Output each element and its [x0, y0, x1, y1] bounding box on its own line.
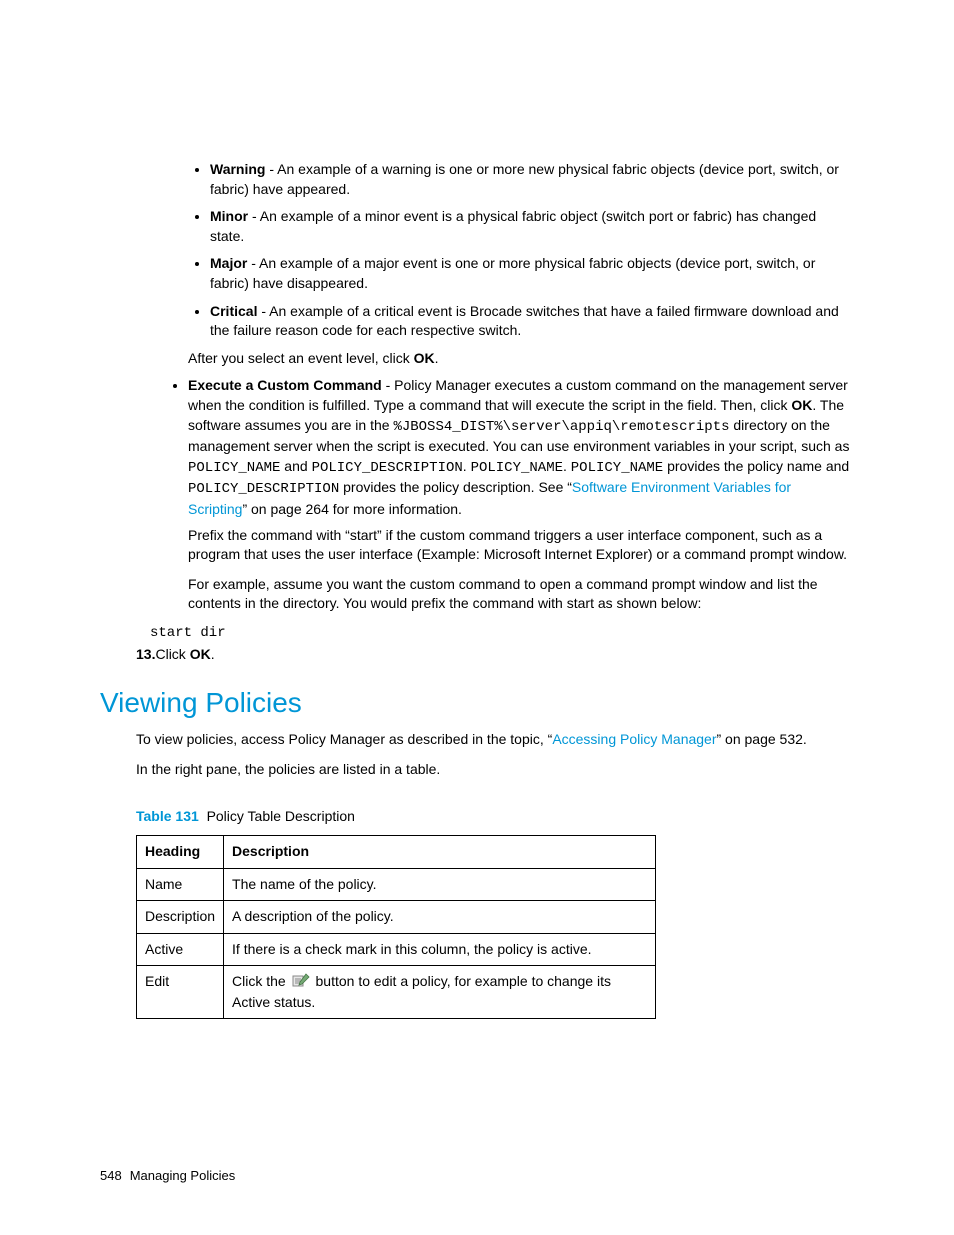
footer-title: Managing Policies [130, 1168, 236, 1183]
view-paragraph-1: To view policies, access Policy Manager … [136, 730, 854, 750]
table-header-heading: Heading [137, 836, 224, 869]
severity-item-major: Major - An example of a major event is o… [210, 254, 854, 293]
table-number: Table 131 [136, 808, 199, 824]
code-var: POLICY_NAME [471, 460, 563, 476]
execute-paragraph-3: For example, assume you want the custom … [188, 575, 854, 614]
policy-table: Heading Description Name The name of the… [136, 835, 656, 1019]
table-row: Edit Click the button to edit a policy, … [137, 966, 656, 1019]
execute-custom-command-item: Execute a Custom Command - Policy Manage… [188, 376, 854, 614]
code-start-dir: start dir [150, 624, 854, 644]
table-row: Name The name of the policy. [137, 868, 656, 901]
event-levels-wrapper: Warning - An example of a warning is one… [188, 160, 854, 368]
code-var: POLICY_NAME [571, 460, 663, 476]
execute-paragraph-2: Prefix the command with “start” if the c… [188, 526, 854, 565]
cell-heading: Edit [137, 966, 224, 1019]
view-paragraph-2: In the right pane, the policies are list… [136, 760, 854, 780]
link-accessing-policy-manager[interactable]: Accessing Policy Manager [552, 731, 716, 747]
outer-bullet-context: Warning - An example of a warning is one… [170, 160, 854, 368]
execute-paragraph-1: Execute a Custom Command - Policy Manage… [188, 376, 854, 519]
table-row: Description A description of the policy. [137, 901, 656, 934]
page-footer: 548 Managing Policies [100, 1167, 235, 1185]
step-13: 13.Click OK. [136, 645, 854, 665]
table-row: Active If there is a check mark in this … [137, 933, 656, 966]
table-caption: Table 131 Policy Table Description [136, 807, 854, 827]
cell-heading: Active [137, 933, 224, 966]
action-list: Execute a Custom Command - Policy Manage… [170, 376, 854, 614]
after-select-text: After you select an event level, click O… [188, 349, 854, 369]
severity-item-minor: Minor - An example of a minor event is a… [210, 207, 854, 246]
code-path: %JBOSS4_DIST%\server\appiq\remotescripts [393, 419, 729, 435]
heading-viewing-policies: Viewing Policies [100, 683, 854, 722]
cell-description: The name of the policy. [224, 868, 656, 901]
document-page: Warning - An example of a warning is one… [0, 0, 954, 1079]
code-var: POLICY_DESCRIPTION [312, 460, 463, 476]
page-number: 548 [100, 1168, 122, 1183]
severity-list: Warning - An example of a warning is one… [188, 160, 854, 341]
section-body: To view policies, access Policy Manager … [136, 730, 854, 1019]
table-header-row: Heading Description [137, 836, 656, 869]
cell-description: If there is a check mark in this column,… [224, 933, 656, 966]
code-var: POLICY_NAME [188, 460, 280, 476]
severity-item-warning: Warning - An example of a warning is one… [210, 160, 854, 199]
table-title: Policy Table Description [207, 808, 355, 824]
severity-item-critical: Critical - An example of a critical even… [210, 302, 854, 341]
cell-heading: Description [137, 901, 224, 934]
table-header-description: Description [224, 836, 656, 869]
continued-content: Warning - An example of a warning is one… [170, 160, 854, 614]
cell-description: Click the button to edit a policy, for e… [224, 966, 656, 1019]
cell-description: A description of the policy. [224, 901, 656, 934]
code-var: POLICY_DESCRIPTION [188, 481, 339, 497]
edit-icon [292, 973, 310, 993]
cell-heading: Name [137, 868, 224, 901]
step-number: 13. [136, 645, 155, 665]
